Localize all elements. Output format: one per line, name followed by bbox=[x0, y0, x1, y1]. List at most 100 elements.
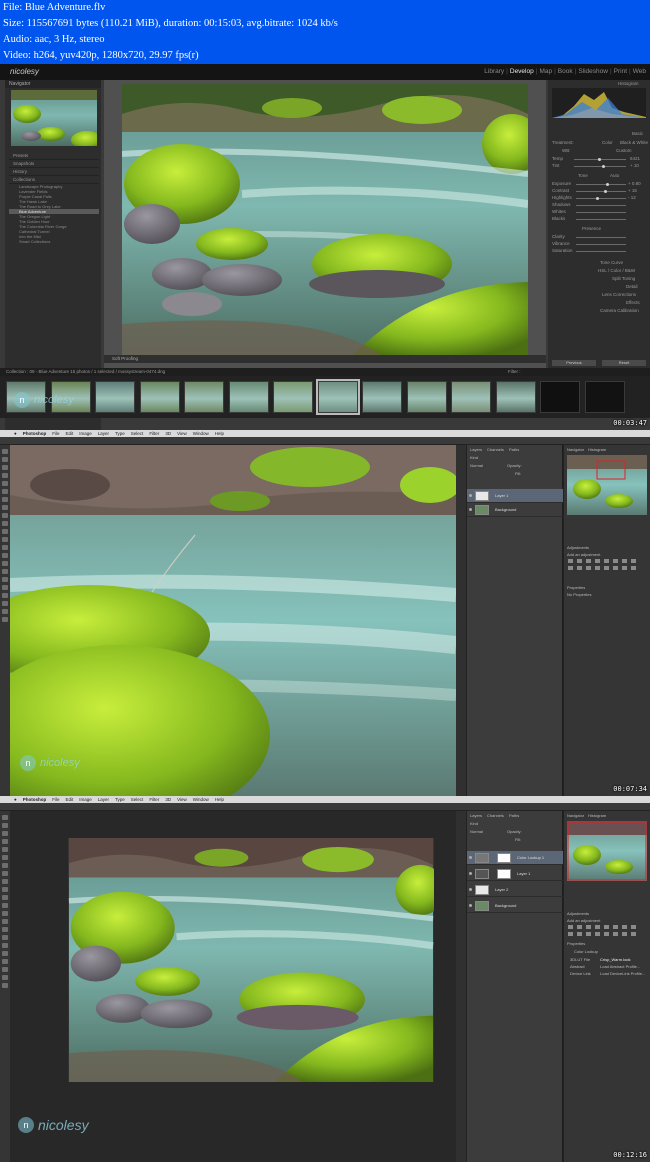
layer-row[interactable]: Background bbox=[467, 503, 563, 517]
tool-icon[interactable] bbox=[2, 465, 8, 470]
kind-filter[interactable]: Kind bbox=[470, 821, 478, 826]
highlights-slider[interactable] bbox=[576, 198, 626, 199]
document-canvas[interactable]: n nicolesy bbox=[10, 445, 456, 796]
menu-edit[interactable]: Edit bbox=[65, 797, 73, 802]
tool-icon[interactable] bbox=[2, 561, 8, 566]
tool-icon[interactable] bbox=[2, 919, 8, 924]
layer-name[interactable]: Background bbox=[495, 507, 516, 512]
tool-icon[interactable] bbox=[2, 545, 8, 550]
tool-icon[interactable] bbox=[2, 449, 8, 454]
adjustment-icon[interactable] bbox=[568, 932, 573, 936]
menu-photoshop[interactable]: Photoshop bbox=[23, 431, 47, 436]
adjustment-icon[interactable] bbox=[613, 566, 618, 570]
tool-icon[interactable] bbox=[2, 943, 8, 948]
filmstrip-filter-label[interactable]: Filter : bbox=[508, 368, 521, 376]
soft-proofing-checkbox[interactable]: Soft Proofing bbox=[112, 356, 138, 361]
histogram-tab[interactable]: Histogram bbox=[588, 447, 606, 452]
tool-icon[interactable] bbox=[2, 609, 8, 614]
menu-3d[interactable]: 3D bbox=[165, 431, 171, 436]
tool-icon[interactable] bbox=[2, 935, 8, 940]
navigator-tab[interactable]: Navigator bbox=[567, 447, 584, 452]
layer-name[interactable]: Background bbox=[495, 903, 516, 908]
adjustment-icon[interactable] bbox=[568, 559, 573, 563]
opacity-label[interactable]: Opacity: bbox=[507, 829, 522, 834]
module-web[interactable]: Web bbox=[633, 68, 646, 75]
highlights-value[interactable]: - 12 bbox=[628, 195, 636, 200]
snapshots-section[interactable]: Snapshots bbox=[9, 160, 99, 168]
treatment-color[interactable]: Color bbox=[602, 140, 613, 145]
tool-icon[interactable] bbox=[2, 983, 8, 988]
contrast-knob[interactable] bbox=[604, 190, 607, 193]
paths-tab[interactable]: Paths bbox=[509, 447, 519, 452]
detail-panel[interactable]: Detail bbox=[626, 284, 638, 289]
effects-panel[interactable]: Effects bbox=[626, 300, 640, 305]
tool-icon[interactable] bbox=[2, 951, 8, 956]
menu-select[interactable]: Select bbox=[131, 797, 144, 802]
tool-icon[interactable] bbox=[2, 577, 8, 582]
module-print[interactable]: Print bbox=[614, 68, 627, 75]
tint-value[interactable]: + 10 bbox=[630, 163, 639, 168]
menu-edit[interactable]: Edit bbox=[65, 431, 73, 436]
lut-file-radio[interactable]: 3DLUT File bbox=[570, 957, 590, 962]
filmstrip-thumbnail[interactable] bbox=[184, 381, 224, 413]
adjustment-icon[interactable] bbox=[613, 925, 618, 929]
adjustment-icon[interactable] bbox=[568, 566, 573, 570]
tool-icon[interactable] bbox=[2, 903, 8, 908]
tool-icon[interactable] bbox=[2, 831, 8, 836]
visibility-eye-icon[interactable] bbox=[469, 856, 472, 859]
adjustment-icon[interactable] bbox=[595, 566, 600, 570]
menu-select[interactable]: Select bbox=[131, 431, 144, 436]
adjustment-icon[interactable] bbox=[577, 925, 582, 929]
adjustment-icon[interactable] bbox=[586, 566, 591, 570]
temp-value[interactable]: 5421 bbox=[630, 156, 640, 161]
menu-file[interactable]: File bbox=[52, 797, 59, 802]
adjustment-icon[interactable] bbox=[586, 559, 591, 563]
layer-name[interactable]: Layer 2 bbox=[495, 887, 508, 892]
vibrance-slider[interactable] bbox=[576, 244, 626, 245]
menu-window[interactable]: Window bbox=[193, 797, 209, 802]
visibility-eye-icon[interactable] bbox=[469, 904, 472, 907]
tool-icon[interactable] bbox=[2, 593, 8, 598]
tool-icon[interactable] bbox=[2, 553, 8, 558]
menu-file[interactable]: File bbox=[52, 431, 59, 436]
menu-view[interactable]: View bbox=[177, 797, 187, 802]
tool-icon[interactable] bbox=[2, 871, 8, 876]
tool-icon[interactable] bbox=[2, 529, 8, 534]
adjustment-icon[interactable] bbox=[604, 925, 609, 929]
menu-window[interactable]: Window bbox=[193, 431, 209, 436]
adjustment-icon[interactable] bbox=[631, 559, 636, 563]
zoomed-photo[interactable] bbox=[10, 445, 456, 796]
tint-slider[interactable] bbox=[574, 166, 626, 167]
filmstrip-thumbnail[interactable] bbox=[228, 381, 269, 413]
menu-layer[interactable]: Layer bbox=[98, 431, 109, 436]
shadows-slider[interactable] bbox=[576, 205, 626, 206]
tint-knob[interactable] bbox=[602, 165, 605, 168]
filmstrip-path[interactable]: Collection : 09 - Blue Adventure 15 phot… bbox=[6, 369, 165, 374]
adjustment-icon[interactable] bbox=[631, 925, 636, 929]
fill-label[interactable]: Fill: bbox=[515, 471, 521, 476]
adjustment-icon[interactable] bbox=[604, 559, 609, 563]
tool-icon[interactable] bbox=[2, 601, 8, 606]
exposure-knob[interactable] bbox=[606, 183, 609, 186]
filmstrip-thumbnail[interactable] bbox=[362, 381, 402, 413]
tool-icon[interactable] bbox=[2, 823, 8, 828]
reset-button[interactable]: Reset bbox=[602, 360, 646, 366]
previous-button[interactable]: Previous bbox=[552, 360, 596, 366]
temp-knob[interactable] bbox=[598, 158, 601, 161]
channels-tab[interactable]: Channels bbox=[487, 813, 504, 818]
menu-type[interactable]: Type bbox=[115, 797, 125, 802]
clarity-slider[interactable] bbox=[576, 237, 626, 238]
layer-name[interactable]: Layer 1 bbox=[517, 871, 530, 876]
history-section[interactable]: History bbox=[9, 168, 99, 176]
tool-icon[interactable] bbox=[2, 513, 8, 518]
filmstrip-thumbnail[interactable] bbox=[95, 381, 135, 413]
adjustment-icon[interactable] bbox=[577, 566, 582, 570]
tone-curve-panel[interactable]: Tone Curve bbox=[600, 260, 623, 265]
blacks-slider[interactable] bbox=[576, 219, 626, 220]
menu-photoshop[interactable]: Photoshop bbox=[23, 797, 47, 802]
module-develop[interactable]: Develop bbox=[510, 68, 534, 75]
adjustment-icon[interactable] bbox=[595, 932, 600, 936]
properties-tab[interactable]: Properties bbox=[567, 585, 585, 590]
adjustment-icon[interactable] bbox=[613, 559, 618, 563]
blend-mode[interactable]: Normal bbox=[470, 463, 483, 468]
